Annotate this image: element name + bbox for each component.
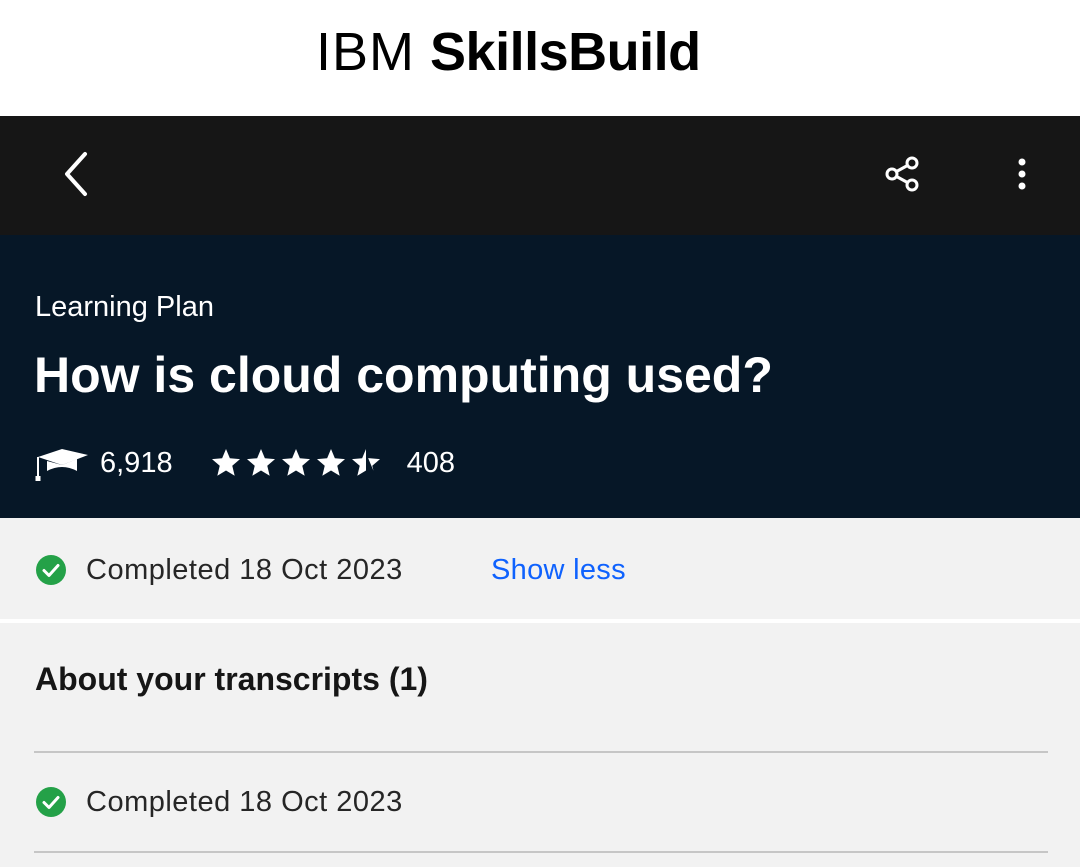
star-half-icon [351,449,380,476]
transcripts-heading: About your transcripts (1) [35,661,428,697]
star-full-icon [211,449,240,476]
divider [34,751,1048,753]
course-hero: Learning Plan How is cloud computing use… [0,235,1080,518]
transcript-completion-text: Completed 18 Oct 2023 [86,786,403,818]
star-full-icon [316,449,345,476]
show-less-link[interactable]: Show less [491,552,626,588]
logo-ibm-text: IBM [316,22,416,82]
course-stats: 6,918 408 [34,443,455,483]
overflow-menu-vertical-icon [1018,158,1026,190]
checkmark-filled-icon [36,787,66,817]
completion-date-text: Completed 18 Oct 2023 [86,554,403,586]
share-button[interactable] [868,140,936,208]
star-rating [209,447,383,479]
back-button[interactable] [44,136,108,212]
logo-skillsbuild-text: SkillsBuild [430,22,701,82]
completion-status: Completed 18 Oct 2023 Show less [0,518,1080,623]
learners-count: 6,918 [100,446,173,479]
rating-count: 408 [406,446,455,479]
content-type-label: Learning Plan [35,291,214,323]
star-full-icon [281,449,310,476]
ibm-skillsbuild-logo[interactable]: IBM SkillsBuild [316,22,701,82]
more-options-button[interactable] [988,140,1056,208]
star-full-icon [246,449,275,476]
divider [34,851,1048,853]
graduation-cap-icon [34,443,90,483]
page-title: How is cloud computing used? [34,347,773,403]
share-icon [885,156,919,192]
chevron-left-icon [65,152,87,196]
top-navigation-bar [0,116,1080,235]
brand-header: IBM SkillsBuild [0,0,1080,116]
checkmark-filled-icon [36,555,66,585]
transcripts-section: About your transcripts (1) Completed 18 … [0,623,1080,863]
